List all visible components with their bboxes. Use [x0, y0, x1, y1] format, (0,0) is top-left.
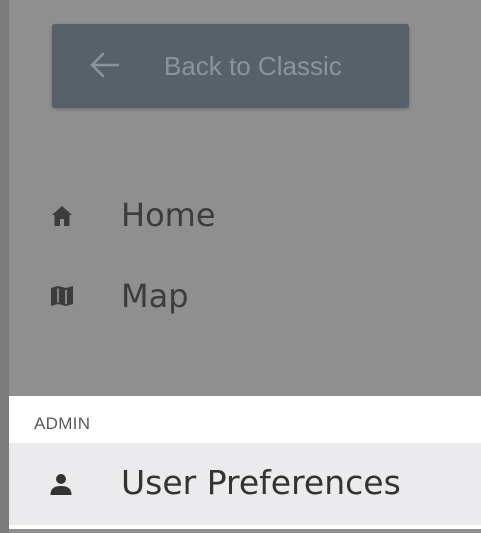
left-edge-border [0, 0, 9, 533]
sidebar-item-user-preferences[interactable]: User Preferences [9, 443, 481, 525]
bottom-divider [9, 529, 481, 533]
admin-section-header: ADMIN [34, 414, 91, 433]
back-button-label: Back to Classic [164, 51, 342, 81]
user-icon [50, 474, 72, 495]
back-to-classic-button[interactable]: Back to Classic [52, 24, 409, 108]
arrow-left-icon [90, 52, 120, 78]
map-icon [51, 286, 73, 306]
sidebar-item-label: Home [121, 196, 216, 234]
sidebar-item-label: Map [121, 277, 189, 315]
sidebar-item-label: User Preferences [121, 463, 401, 502]
home-icon [52, 206, 72, 226]
sidebar-item-map[interactable]: Map [9, 262, 481, 334]
admin-section: ADMIN User Preferences [9, 396, 481, 533]
sidebar-item-home[interactable]: Home [9, 180, 481, 252]
sidebar: Back to Classic Home Map ADMIN User Pref… [0, 0, 481, 533]
